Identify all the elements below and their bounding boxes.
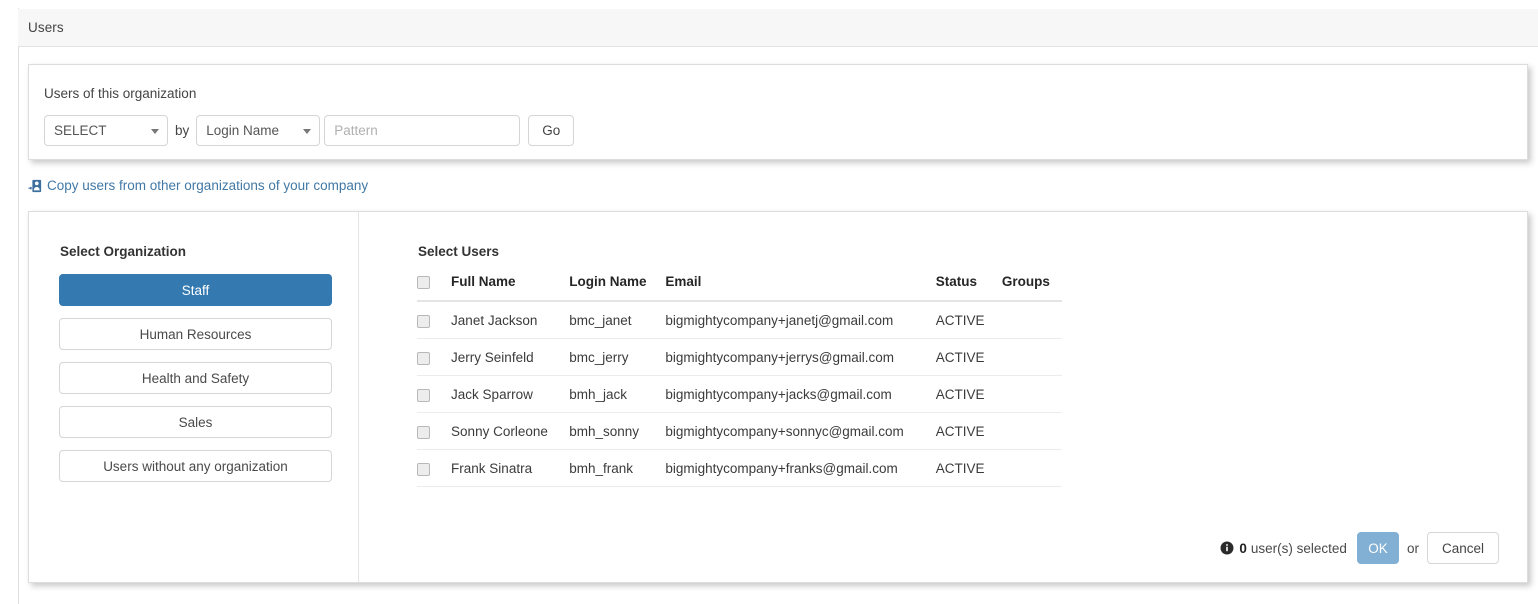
cell-email: bigmightycompany+janetj@gmail.com (665, 301, 936, 339)
copy-users-link-label: Copy users from other organizations of y… (47, 178, 369, 193)
column-header-groups: Groups (1001, 274, 1062, 302)
table-header-row: Full Name Login Name Email Status Groups (417, 274, 1062, 302)
cell-full-name: Jack Sparrow (451, 375, 570, 413)
row-checkbox-cell (417, 338, 452, 376)
row-checkbox[interactable] (417, 351, 430, 365)
table-row[interactable]: Sonny Corleone bmh_sonny bigmightycompan… (417, 412, 1062, 450)
or-label: or (1406, 540, 1419, 556)
row-checkbox[interactable] (417, 388, 430, 402)
cell-status: ACTIVE (935, 338, 1002, 376)
page-title: Users (28, 20, 64, 35)
users-table-body: Janet Jackson bmc_janet bigmightycompany… (417, 301, 1062, 487)
mode-select-value: SELECT (54, 123, 107, 138)
cell-full-name: Jerry Seinfeld (451, 338, 570, 376)
cell-status: ACTIVE (935, 301, 1002, 339)
cell-full-name: Frank Sinatra (451, 449, 570, 487)
table-row[interactable]: Jack Sparrow bmh_jack bigmightycompany+j… (417, 375, 1062, 413)
cell-groups (1001, 449, 1062, 487)
org-item-users-without-organization[interactable]: Users without any organization (59, 450, 332, 482)
column-header-email: Email (665, 274, 936, 302)
cell-login-name: bmh_frank (569, 449, 666, 487)
field-select-value: Login Name (206, 123, 280, 138)
cell-login-name: bmc_janet (569, 301, 666, 339)
cell-login-name: bmc_jerry (569, 338, 666, 376)
cell-groups (1001, 301, 1062, 339)
table-row[interactable]: Jerry Seinfeld bmc_jerry bigmightycompan… (417, 338, 1062, 376)
panel-footer-actions: 0 user(s) selected OK or Cancel (1220, 532, 1499, 564)
row-checkbox[interactable] (417, 425, 430, 439)
column-header-full-name: Full Name (451, 274, 570, 302)
row-checkbox[interactable] (417, 314, 430, 328)
users-header-band: Users (18, 9, 1538, 47)
select-all-cell (417, 274, 452, 302)
cell-email: bigmightycompany+jacks@gmail.com (665, 375, 936, 413)
row-checkbox-cell (417, 412, 452, 450)
column-header-login-name: Login Name (569, 274, 666, 302)
mode-select[interactable]: SELECT (44, 115, 168, 146)
ok-button[interactable]: OK (1356, 532, 1399, 564)
go-button[interactable]: Go (528, 115, 575, 146)
cell-status: ACTIVE (935, 412, 1002, 450)
cell-email: bigmightycompany+sonnyc@gmail.com (665, 412, 936, 450)
select-users-panel: Select Organization Staff Human Resource… (28, 211, 1528, 583)
org-item-sales[interactable]: Sales (59, 406, 332, 438)
select-organization-title: Select Organization (60, 244, 187, 259)
selected-count-suffix: user(s) selected (1250, 540, 1347, 556)
cell-email: bigmightycompany+franks@gmail.com (665, 449, 936, 487)
select-users-title: Select Users (418, 244, 500, 259)
cell-email: bigmightycompany+jerrys@gmail.com (665, 338, 936, 376)
org-item-staff[interactable]: Staff (59, 274, 332, 306)
table-row[interactable]: Frank Sinatra bmh_frank bigmightycompany… (417, 449, 1062, 487)
column-header-status: Status (935, 274, 1002, 302)
users-table-area: Select Users Full Name Login Name Email … (387, 212, 1527, 582)
chevron-down-icon (151, 128, 159, 134)
search-controls-row: SELECT by Login Name Go (44, 115, 575, 146)
select-all-checkbox[interactable] (417, 275, 430, 289)
cell-login-name: bmh_sonny (569, 412, 666, 450)
copy-users-link[interactable]: Copy users from other organizations of y… (28, 178, 368, 193)
cell-groups (1001, 338, 1062, 376)
organization-list: Staff Human Resources Health and Safety … (59, 274, 334, 494)
cell-groups (1001, 412, 1062, 450)
cell-full-name: Janet Jackson (451, 301, 570, 339)
row-checkbox-cell (417, 449, 452, 487)
field-select[interactable]: Login Name (196, 115, 321, 146)
organization-sidebar: Select Organization Staff Human Resource… (29, 212, 359, 582)
pattern-input[interactable] (324, 115, 521, 146)
cancel-button[interactable]: Cancel (1426, 532, 1499, 564)
row-checkbox-cell (417, 301, 452, 339)
search-panel-label: Users of this organization (44, 86, 197, 101)
users-table-head: Full Name Login Name Email Status Groups (417, 274, 1062, 302)
cell-groups (1001, 375, 1062, 413)
info-circle-icon (1220, 541, 1234, 555)
cell-login-name: bmh_jack (569, 375, 666, 413)
page-root: Users Users of this organization SELECT … (0, 0, 1538, 604)
users-table: Full Name Login Name Email Status Groups… (417, 274, 1062, 487)
selected-count: 0 (1239, 540, 1247, 556)
cell-status: ACTIVE (935, 449, 1002, 487)
chevron-down-icon (303, 128, 312, 134)
cell-status: ACTIVE (935, 375, 1002, 413)
table-row[interactable]: Janet Jackson bmc_janet bigmightycompany… (417, 301, 1062, 339)
by-label: by (175, 123, 190, 138)
row-checkbox-cell (417, 375, 452, 413)
org-item-health-and-safety[interactable]: Health and Safety (59, 362, 332, 394)
cell-full-name: Sonny Corleone (451, 412, 570, 450)
org-item-human-resources[interactable]: Human Resources (59, 318, 332, 350)
search-panel: Users of this organization SELECT by Log… (28, 64, 1528, 160)
user-import-icon (28, 179, 42, 192)
selection-info: 0 user(s) selected (1220, 541, 1347, 556)
row-checkbox[interactable] (417, 462, 430, 476)
